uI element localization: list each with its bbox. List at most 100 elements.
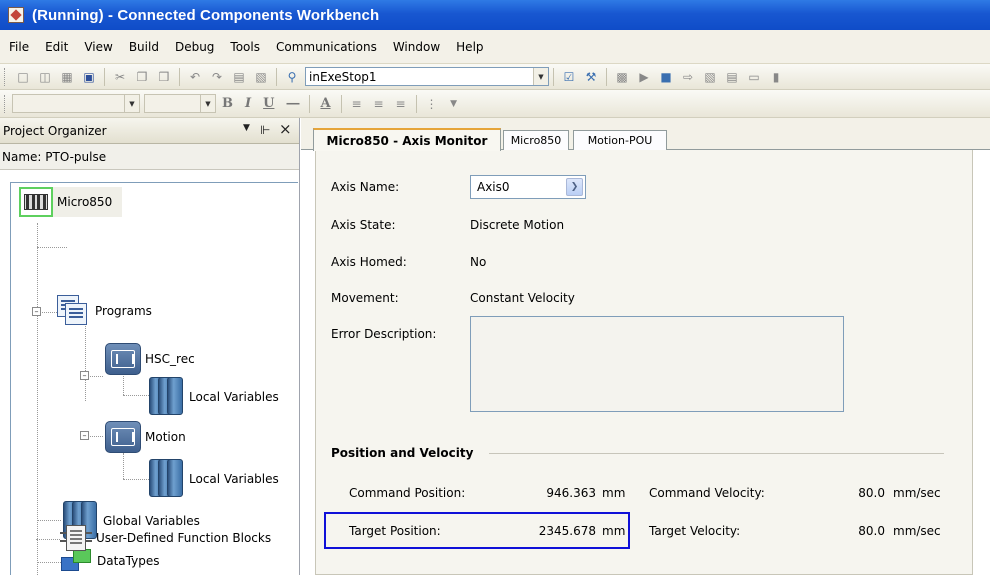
align-center-icon[interactable]: ≡ xyxy=(370,95,388,113)
tree-node-label: Programs xyxy=(95,304,152,318)
bullet-list-icon[interactable]: ⋮ xyxy=(423,95,441,113)
menu-help[interactable]: Help xyxy=(456,40,483,54)
tree-node-programs[interactable]: Programs xyxy=(57,295,152,327)
device-icon[interactable]: ▩ xyxy=(613,68,631,86)
tab-axis-monitor[interactable]: Micro850 - Axis Monitor xyxy=(313,128,501,151)
target-position-label: Target Position: xyxy=(349,524,441,538)
toolbar-overflow-icon[interactable]: ▼ xyxy=(445,95,463,113)
tree-node-hsc-rec[interactable]: HSC_rec xyxy=(105,343,195,375)
project-organizer: Project Organizer ▼ ⊩ × Name: PTO-pulse … xyxy=(0,118,300,575)
axis-name-value: Axis0 xyxy=(477,180,510,194)
command-velocity-value: 80.0 xyxy=(858,486,885,500)
configuration-combo[interactable]: inExeStop1 ▼ xyxy=(305,67,549,86)
target-velocity-value: 80.0 xyxy=(858,524,885,538)
layout-icon[interactable]: ▧ xyxy=(252,68,270,86)
download-icon[interactable]: ▭ xyxy=(745,68,763,86)
add-device-icon[interactable]: ▦ xyxy=(58,68,76,86)
position-velocity-heading: Position and Velocity xyxy=(331,446,474,460)
project-organizer-title: Project Organizer xyxy=(3,123,107,138)
panel-menu-icon[interactable]: ▼ xyxy=(243,123,250,133)
axis-name-select[interactable]: Axis0 ❯ xyxy=(470,175,586,199)
copy-icon[interactable]: ❐ xyxy=(133,68,151,86)
target-velocity-unit: mm/sec xyxy=(893,524,941,538)
menu-build[interactable]: Build xyxy=(129,40,159,54)
font-size-combo[interactable]: ▼ xyxy=(144,94,216,113)
toolbar-separator xyxy=(104,67,105,86)
tree-node-controller[interactable]: Micro850 xyxy=(19,187,123,217)
tree-connector xyxy=(123,453,124,479)
close-icon[interactable]: × xyxy=(279,120,292,138)
document-tabs: Micro850 - Axis Monitor Micro850 Motion-… xyxy=(301,118,990,151)
collapse-programs-icon[interactable]: – xyxy=(32,307,41,316)
toolbar-separator xyxy=(276,67,277,86)
title-bar: (Running) - Connected Components Workben… xyxy=(0,0,990,30)
menu-tools[interactable]: Tools xyxy=(230,40,260,54)
window-icon[interactable]: ▤ xyxy=(230,68,248,86)
error-description-field[interactable] xyxy=(470,316,844,412)
strikethrough-icon[interactable]: ― xyxy=(286,96,299,111)
undo-icon[interactable]: ↶ xyxy=(186,68,204,86)
collapse-hsc-rec-icon[interactable]: – xyxy=(80,371,89,380)
chevron-down-icon[interactable]: ▼ xyxy=(200,95,215,112)
save-icon[interactable]: ▣ xyxy=(80,68,98,86)
tools-icon[interactable]: ⚒ xyxy=(582,68,600,86)
tree-node-hsc-rec-local-variables[interactable]: Local Variables xyxy=(149,377,279,417)
stop-icon[interactable]: ■ xyxy=(657,68,675,86)
cut-icon[interactable]: ✂ xyxy=(111,68,129,86)
new-file-icon[interactable]: □ xyxy=(14,68,32,86)
chevron-down-icon[interactable]: ▼ xyxy=(533,68,548,85)
menu-view[interactable]: View xyxy=(84,40,112,54)
underline-icon[interactable]: U xyxy=(263,96,274,111)
menu-window[interactable]: Window xyxy=(393,40,440,54)
axis-monitor-panel: Axis Name: Axis0 ❯ Axis State: Discrete … xyxy=(315,150,973,575)
ladder-program-icon xyxy=(105,421,141,453)
command-velocity-unit: mm/sec xyxy=(893,486,941,500)
font-combo[interactable]: ▼ xyxy=(12,94,140,113)
open-folder-icon[interactable]: ◫ xyxy=(36,68,54,86)
tree-connector xyxy=(123,373,124,395)
ladder-program-icon xyxy=(105,343,141,375)
toolbar-grip[interactable] xyxy=(4,67,8,86)
tab-micro850[interactable]: Micro850 xyxy=(503,130,569,150)
function-block-icon xyxy=(60,523,92,553)
menu-debug[interactable]: Debug xyxy=(175,40,214,54)
command-position-unit: mm xyxy=(602,486,626,500)
tree-node-motion[interactable]: Motion xyxy=(105,421,186,453)
font-color-icon[interactable]: A xyxy=(320,96,330,111)
align-right-icon[interactable]: ≡ xyxy=(392,95,410,113)
debug-icon[interactable]: ▧ xyxy=(701,68,719,86)
toolbar-separator xyxy=(415,94,417,113)
chevron-down-icon[interactable]: ❯ xyxy=(566,178,583,196)
step-icon[interactable]: ⇨ xyxy=(679,68,697,86)
target-position-unit: mm xyxy=(602,524,626,538)
tree-node-label: Micro850 xyxy=(57,195,113,209)
toolbar-separator xyxy=(606,67,607,86)
pin-icon[interactable]: ⊩ xyxy=(260,123,270,137)
menu-edit[interactable]: Edit xyxy=(45,40,68,54)
chevron-down-icon[interactable]: ▼ xyxy=(124,95,139,112)
redo-icon[interactable]: ↷ xyxy=(208,68,226,86)
run-icon[interactable]: ▶ xyxy=(635,68,653,86)
bold-icon[interactable]: B xyxy=(222,96,233,111)
tree-node-label: Motion xyxy=(145,430,186,444)
movement-label: Movement: xyxy=(331,291,399,305)
monitor-icon[interactable]: ▤ xyxy=(723,68,741,86)
collapse-motion-icon[interactable]: – xyxy=(80,431,89,440)
tree-node-label: DataTypes xyxy=(97,554,160,568)
properties-icon[interactable]: ☑ xyxy=(560,68,578,86)
upload-icon[interactable]: ▮ xyxy=(767,68,785,86)
command-velocity-label: Command Velocity: xyxy=(649,486,765,500)
toolbar-grip[interactable] xyxy=(4,94,8,113)
find-icon[interactable]: ⚲ xyxy=(283,68,301,86)
paste-icon[interactable]: ❒ xyxy=(155,68,173,86)
menu-file[interactable]: File xyxy=(9,40,29,54)
align-left-icon[interactable]: ≡ xyxy=(348,95,366,113)
tab-motion-pou[interactable]: Motion-POU xyxy=(573,130,667,150)
menu-communications[interactable]: Communications xyxy=(276,40,377,54)
tree-node-motion-local-variables[interactable]: Local Variables xyxy=(149,459,279,499)
axis-homed-label: Axis Homed: xyxy=(331,255,407,269)
target-position-value: 2345.678 xyxy=(538,524,596,538)
format-toolbar: ▼ ▼ B I U ― A ≡ ≡ ≡ ⋮ ▼ xyxy=(0,90,990,118)
tree-node-user-defined-function-blocks[interactable]: User-Defined Function Blocks xyxy=(60,523,271,553)
italic-icon[interactable]: I xyxy=(245,96,251,111)
